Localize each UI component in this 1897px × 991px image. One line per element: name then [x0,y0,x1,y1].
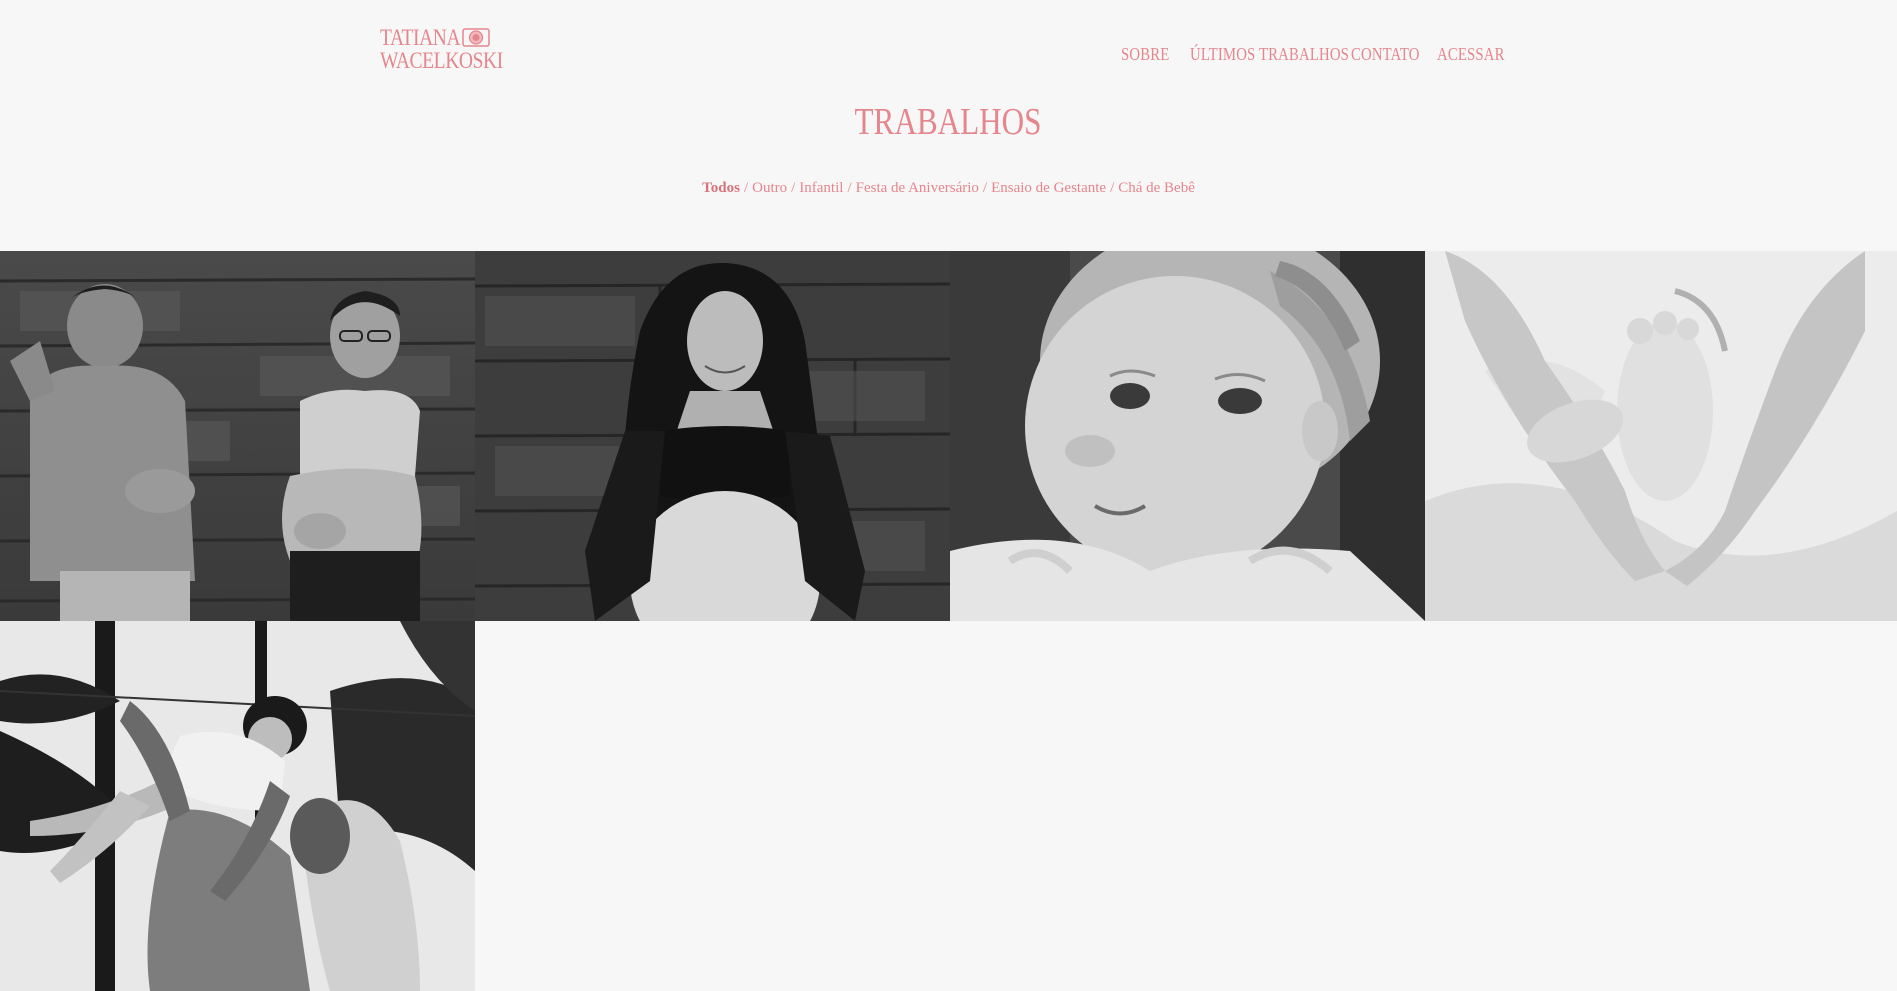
category-filters: Todos / Outro / Infantil / Festa de Aniversári… [0,180,1897,197]
site-header: TATIANA WACELKOSKI SOBRE ÚLTIMOS TRABALH… [0,0,1897,100]
nav-ultimos-trabalhos[interactable]: ÚLTIMOS TRABALHOS [1190,44,1349,65]
filter-cha-de-bebe[interactable]: Chá de Bebê [1118,180,1195,196]
gallery-item-mother-lifting-baby[interactable] [0,621,475,991]
filter-outro[interactable]: Outro [752,180,787,196]
nav-sobre[interactable]: SOBRE [1121,44,1169,65]
page-title: TRABALHOS [855,101,1042,143]
gallery-item-couple-pregnancy[interactable] [0,251,475,621]
filter-infantil[interactable]: Infantil [799,180,843,196]
couple-pregnancy-photo [0,251,475,621]
filter-separator: / [1110,180,1115,196]
site-logo[interactable]: TATIANA WACELKOSKI [380,26,503,76]
filter-separator: / [847,180,852,196]
filter-todos[interactable]: Todos [702,180,740,196]
gallery-item-baby-foot-hands[interactable] [1425,251,1897,621]
filter-separator: / [791,180,796,196]
camera-icon [462,28,490,47]
logo-line-2: WACELKOSKI [380,48,503,73]
filter-ensaio-de-gestante[interactable]: Ensaio de Gestante [991,180,1106,196]
nav-acessar[interactable]: ACESSAR [1437,44,1505,65]
gallery-item-pregnant-woman[interactable] [475,251,950,621]
gallery-item-toddler-portrait[interactable] [950,251,1425,621]
toddler-portrait-photo [950,251,1425,621]
mother-lifting-baby-photo [0,621,475,991]
filter-festa-de-aniversario[interactable]: Festa de Aniversário [856,180,979,196]
pregnant-woman-photo [475,251,950,621]
filter-separator: / [743,180,749,196]
filter-separator: / [982,180,988,196]
nav-contato[interactable]: CONTATO [1351,44,1420,65]
baby-foot-hands-photo [1425,251,1897,621]
